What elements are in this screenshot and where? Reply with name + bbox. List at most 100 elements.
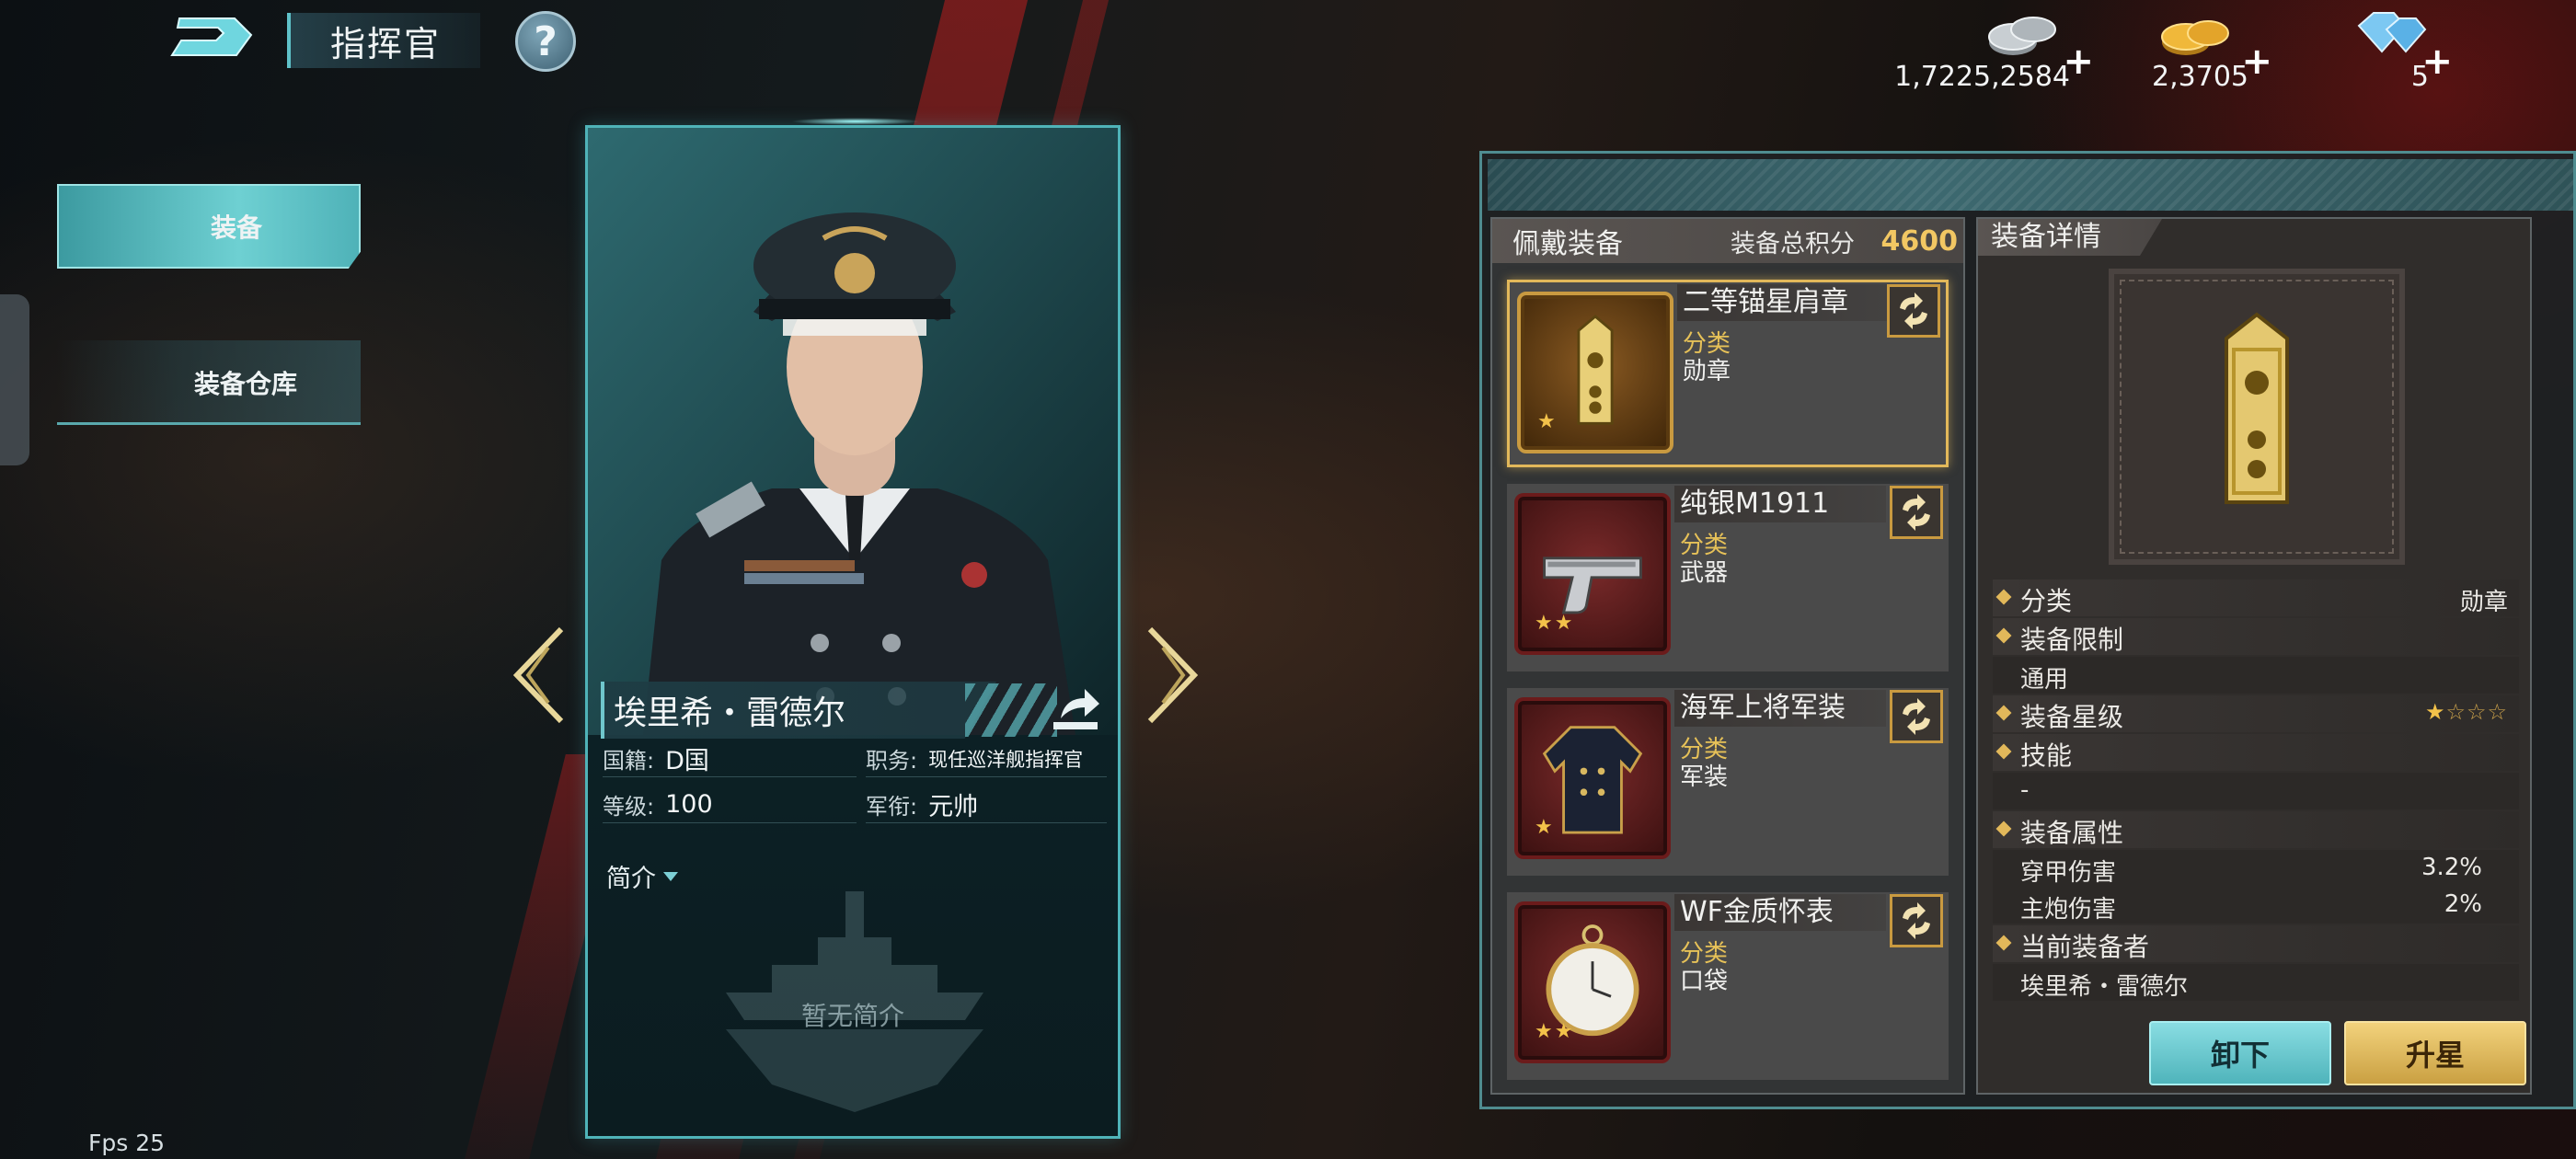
swap-equipment-button[interactable]: [1890, 894, 1943, 947]
detail-wearer-label: 当前装备者: [2020, 932, 2150, 962]
swap-equipment-button[interactable]: [1890, 690, 1943, 743]
swap-icon: [1903, 494, 1930, 531]
detail-star-rating: ★☆☆☆: [2425, 699, 2508, 725]
name-banner-stripes: [965, 683, 1057, 737]
nav-tab-equipment[interactable]: 装备: [57, 184, 361, 269]
fps-counter: Fps 25: [88, 1130, 166, 1156]
position-label: 职务:: [866, 748, 918, 774]
silver-amount: 1,7225,2584: [1894, 61, 2070, 93]
equipment-item-uniform[interactable]: ★ 海军上将军装 分类 军装: [1507, 688, 1949, 876]
silver-currency: 1,7225,2584 +: [1894, 6, 2094, 93]
shoulder-board-icon: [2225, 312, 2289, 504]
panel-header-bar: [1488, 159, 2573, 211]
commander-portrait: [588, 128, 1118, 735]
equipped-header: 佩戴装备 装备总积分 4600: [1492, 219, 1963, 263]
rank-label: 军衔:: [866, 794, 918, 820]
help-button[interactable]: ?: [515, 11, 576, 72]
chevron-down-icon: [663, 871, 678, 881]
rank-row: 军衔: 元帅: [866, 786, 1107, 823]
detail-row-category: 分类 勋章: [1993, 580, 2519, 616]
swap-equipment-button[interactable]: [1887, 284, 1940, 338]
diamond-bullet-icon: [1995, 627, 2012, 644]
detail-row-skill: 技能: [1993, 734, 2519, 771]
detail-attr-label: 装备属性: [2020, 818, 2124, 848]
diamond-bullet-icon: [1995, 589, 2012, 605]
upgrade-star-button[interactable]: 升星: [2344, 1021, 2526, 1085]
filled-star-icon: ★: [2424, 699, 2446, 725]
detail-category-label: 分类: [2020, 586, 2073, 616]
swap-icon: [1900, 293, 1927, 329]
item-stars: ★: [1537, 410, 1558, 433]
gold-coins-icon: [2161, 20, 2229, 55]
game-logo-icon[interactable]: [170, 13, 255, 61]
swap-equipment-button[interactable]: [1890, 486, 1943, 539]
intro-label: 简介: [606, 865, 656, 893]
attr-name: 穿甲伤害: [2020, 859, 2117, 887]
gold-currency: 2,3705 +: [2144, 6, 2272, 93]
level-value: 100: [665, 790, 713, 819]
detail-skill-value: -: [2020, 776, 2030, 804]
score-label: 装备总积分: [1731, 229, 1855, 258]
level-row: 等级: 100: [603, 786, 857, 823]
diamond-bullet-icon: [1995, 705, 2012, 721]
card-top-glow: [791, 118, 920, 125]
detail-row-attributes: 装备属性: [1993, 811, 2519, 848]
nationality-label: 国籍:: [603, 748, 655, 774]
add-diamond-button[interactable]: +: [2421, 40, 2453, 83]
item-stars: ★: [1535, 816, 1555, 839]
gold-amount: 2,3705: [2152, 61, 2248, 93]
equipment-item-pistol[interactable]: ★★ 纯银M1911 分类 武器: [1507, 484, 1949, 671]
silver-coins-icon: [1988, 17, 2056, 55]
attr-name: 主炮伤害: [2020, 896, 2117, 924]
commander-name: 埃里希・雷德尔: [601, 682, 996, 739]
item-stars: ★★: [1535, 1020, 1575, 1043]
nav-tab-label: 装备仓库: [193, 369, 297, 399]
no-intro-text: 暂无简介: [800, 1001, 904, 1031]
pistol-icon: ★★: [1514, 493, 1671, 655]
detail-preview-frame: [2109, 269, 2405, 565]
detail-row-wearer: 当前装备者: [1993, 925, 2519, 962]
commander-card: 埃里希・雷德尔 国籍: D国 职务: 现任巡洋舰指挥官 等级: 100 军衔: …: [585, 125, 1121, 1139]
add-gold-button[interactable]: +: [2241, 40, 2272, 83]
item-name: 二等锚星肩章: [1677, 284, 1889, 321]
add-silver-button[interactable]: +: [2063, 40, 2094, 83]
diamond-bullet-icon: [1995, 935, 2012, 951]
detail-skill-label: 技能: [2020, 740, 2073, 771]
item-name: 纯银M1911: [1674, 486, 1886, 522]
empty-star-icon: ☆☆☆: [2445, 699, 2508, 725]
next-commander-arrow-icon[interactable]: [1144, 625, 1200, 725]
item-category: 军装: [1680, 763, 1729, 791]
detail-restriction-label: 装备限制: [2020, 625, 2124, 655]
swap-icon: [1903, 902, 1930, 939]
item-category: 勋章: [1683, 358, 1731, 385]
unequip-button[interactable]: 卸下: [2149, 1021, 2331, 1085]
nationality-row: 国籍: D国: [603, 740, 857, 777]
previous-commander-arrow-icon[interactable]: [512, 625, 567, 725]
diamond-currency: 5 +: [2357, 6, 2453, 93]
detail-attr-row: 主炮伤害 2%: [1993, 887, 2519, 924]
detail-attr-row: 穿甲伤害 3.2%: [1993, 850, 2519, 887]
attr-value: 3.2%: [2421, 854, 2482, 881]
detail-row-restriction: 装备限制: [1993, 618, 2519, 655]
intro-toggle[interactable]: 简介: [606, 858, 678, 894]
nav-tab-equipment-storage[interactable]: 装备仓库: [57, 340, 361, 425]
equipment-item-pocket-watch[interactable]: ★★ WF金质怀表 分类 口袋: [1507, 892, 1949, 1080]
detail-wearer-value: 埃里希・雷德尔: [2020, 973, 2189, 1001]
equipment-item-shoulder-board[interactable]: ★ 二等锚星肩章 分类 勋章: [1507, 280, 1949, 467]
uniform-icon: ★: [1514, 697, 1671, 859]
pocket-watch-icon: ★★: [1514, 901, 1671, 1063]
diamond-bullet-icon: [1995, 743, 2012, 760]
score-value: 4600: [1880, 224, 1959, 258]
level-label: 等级:: [603, 794, 655, 820]
page-title: 指挥官: [287, 13, 480, 68]
share-icon[interactable]: [1048, 685, 1103, 735]
side-drawer-handle[interactable]: [0, 294, 29, 465]
nav-tab-label: 装备: [210, 212, 262, 243]
detail-title: 装备详情: [1978, 219, 2162, 256]
item-name: WF金质怀表: [1674, 894, 1886, 931]
item-category: 武器: [1680, 559, 1729, 587]
shoulder-board-icon: ★: [1517, 292, 1673, 453]
position-row: 职务: 现任巡洋舰指挥官: [866, 740, 1107, 777]
detail-star-label: 装备星级: [2020, 702, 2124, 732]
swap-icon: [1903, 698, 1930, 735]
